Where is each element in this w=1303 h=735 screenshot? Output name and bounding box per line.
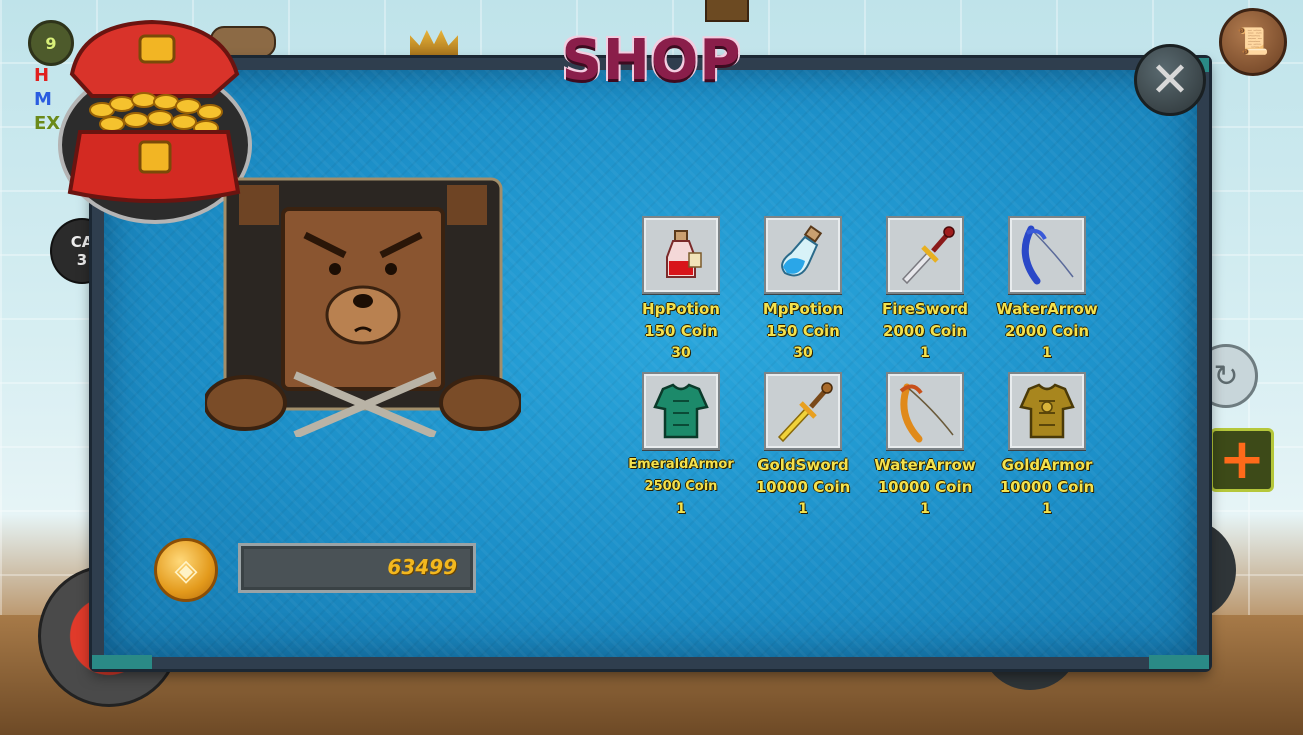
coin-icon: ◈ bbox=[154, 538, 218, 602]
item-price: 10000 Coin bbox=[877, 478, 973, 496]
golden-bow-icon bbox=[899, 383, 954, 443]
close-button[interactable]: ✕ bbox=[1134, 44, 1206, 116]
fire-sword-icon bbox=[901, 226, 955, 285]
shop-item-emerald-armor[interactable]: EmeraldArmor 2500 Coin 1 bbox=[620, 372, 742, 520]
item-slot bbox=[1008, 216, 1086, 294]
item-name: MpPotion bbox=[762, 300, 844, 318]
gold-armor-icon bbox=[1019, 383, 1075, 439]
shop-item-gold-sword[interactable]: GoldSword 10000 Coin 1 bbox=[742, 372, 864, 520]
shop-item-hp-potion[interactable]: HpPotion 150 Coin 30 bbox=[620, 216, 742, 364]
item-price: 150 Coin bbox=[766, 322, 840, 340]
item-quantity: 1 bbox=[798, 501, 808, 517]
mp-potion-icon bbox=[781, 225, 823, 277]
camera-value: 3 bbox=[76, 251, 88, 269]
shop-item-water-arrow-gold[interactable]: WaterArrow 10000 Coin 1 bbox=[864, 372, 986, 520]
item-name: GoldSword bbox=[757, 456, 849, 474]
item-slot bbox=[764, 372, 842, 450]
emerald-armor-icon bbox=[653, 383, 709, 439]
item-quantity: 1 bbox=[1042, 345, 1052, 361]
panel-corner bbox=[1149, 655, 1209, 669]
item-quantity: 1 bbox=[1042, 501, 1052, 517]
item-name: WaterArrow bbox=[874, 456, 976, 474]
item-price: 2000 Coin bbox=[1004, 322, 1090, 340]
item-price: 10000 Coin bbox=[999, 478, 1095, 496]
hp-potion-icon bbox=[666, 230, 702, 278]
item-slot bbox=[642, 216, 720, 294]
treasure-chest-icon bbox=[67, 19, 241, 203]
item-name: WaterArrow bbox=[996, 300, 1098, 318]
item-slot bbox=[886, 216, 964, 294]
item-quantity: 30 bbox=[793, 345, 813, 361]
item-price: 2500 Coin bbox=[644, 479, 718, 494]
item-price: 150 Coin bbox=[644, 322, 718, 340]
coin-balance-box: 63499 bbox=[238, 543, 476, 593]
shop-item-gold-armor[interactable]: GoldArmor 10000 Coin 1 bbox=[986, 372, 1108, 520]
coin-balance: 63499 bbox=[387, 555, 457, 579]
item-slot bbox=[642, 372, 720, 450]
item-slot bbox=[1008, 372, 1086, 450]
item-price: 2000 Coin bbox=[882, 322, 968, 340]
item-price: 10000 Coin bbox=[755, 478, 851, 496]
water-bow-icon bbox=[1021, 225, 1074, 285]
gold-sword-icon bbox=[777, 382, 833, 443]
refresh-icon: ↻ bbox=[1213, 358, 1239, 394]
item-name: GoldArmor bbox=[1001, 456, 1093, 474]
add-button[interactable]: + bbox=[1210, 428, 1274, 492]
item-quantity: 1 bbox=[920, 345, 930, 361]
shop-item-fire-sword[interactable]: FireSword 2000 Coin 1 bbox=[864, 216, 986, 364]
item-name: EmeraldArmor bbox=[628, 457, 734, 472]
close-icon: ✕ bbox=[1149, 52, 1191, 108]
item-quantity: 30 bbox=[671, 345, 691, 361]
camera-label: CA bbox=[70, 233, 94, 251]
item-name: FireSword bbox=[881, 300, 969, 318]
plus-icon: + bbox=[1218, 427, 1266, 492]
item-slot bbox=[886, 372, 964, 450]
item-quantity: 1 bbox=[676, 501, 686, 517]
item-quantity: 1 bbox=[920, 501, 930, 517]
item-slot bbox=[764, 216, 842, 294]
item-name: HpPotion bbox=[642, 300, 720, 318]
panel-corner bbox=[92, 655, 152, 669]
chest-in-scene bbox=[705, 0, 749, 22]
shop-item-water-arrow[interactable]: WaterArrow 2000 Coin 1 bbox=[986, 216, 1108, 364]
shop-item-mp-potion[interactable]: MpPotion 150 Coin 30 bbox=[742, 216, 864, 364]
